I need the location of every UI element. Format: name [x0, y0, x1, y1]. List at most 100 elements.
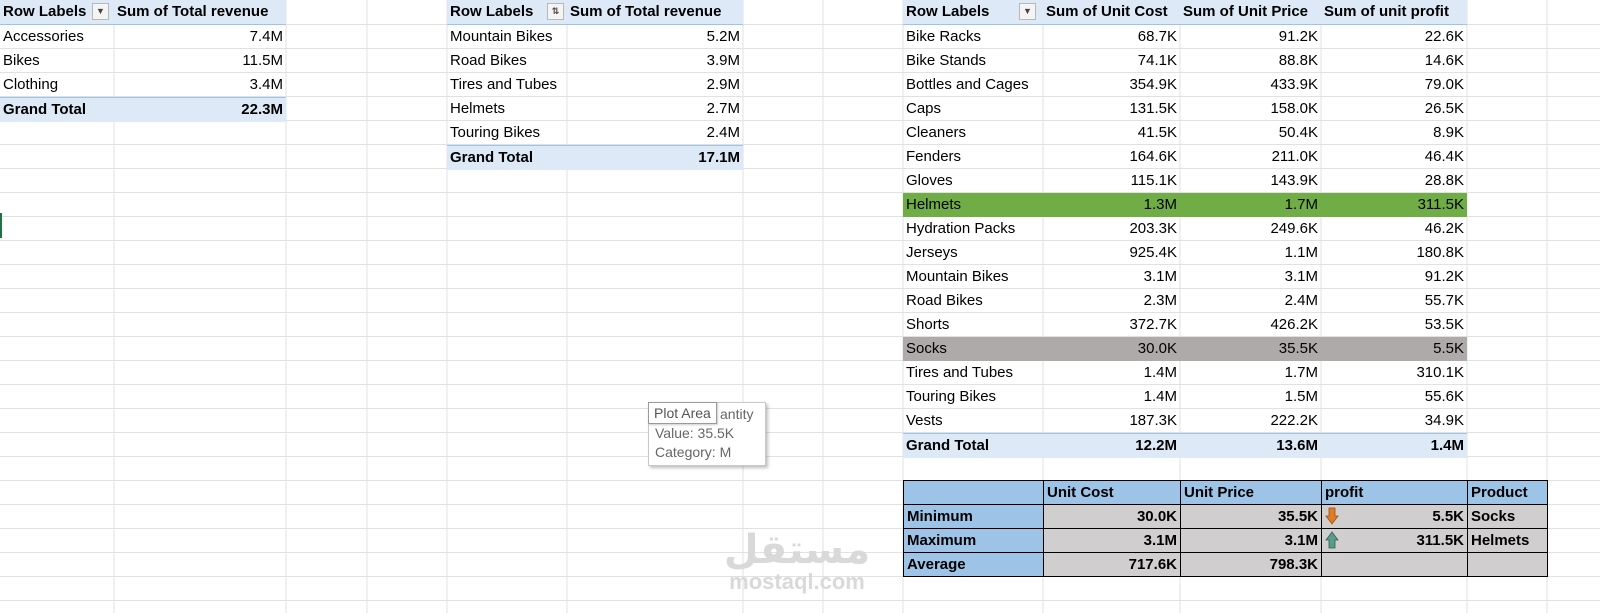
value-header[interactable]: Sum of Total revenue: [114, 0, 286, 25]
pivot-row[interactable]: Bike Stands 74.1K 88.8K 14.6K: [903, 49, 1467, 73]
pivot-row[interactable]: Clothing 3.4M: [0, 73, 286, 98]
stats-profit: 5.5K: [1432, 508, 1464, 525]
pivot-row[interactable]: Shorts 372.7K 426.2K 53.5K: [903, 313, 1467, 337]
unit-price-cell: 433.9K: [1270, 76, 1318, 93]
unit-profit-cell: 311.5K: [1321, 193, 1467, 217]
unit-price-cell: 50.4K: [1278, 124, 1318, 141]
row-label: Road Bikes: [906, 292, 983, 309]
pivot-row[interactable]: Bike Racks 68.7K 91.2K 22.6K: [903, 25, 1467, 50]
pivot-row[interactable]: Bottles and Cages 354.9K 433.9K 79.0K: [903, 73, 1467, 97]
pivot-row[interactable]: Fenders 164.6K 211.0K 46.4K: [903, 145, 1467, 169]
stats-profit-cell: 5.5K: [1321, 504, 1468, 529]
row-labels-header[interactable]: Row Labels ▼: [0, 0, 114, 25]
row-label: Touring Bikes: [450, 124, 541, 141]
pivot-row[interactable]: Caps 131.5K 158.0K 26.5K: [903, 97, 1467, 121]
stats-header-profit[interactable]: profit: [1321, 480, 1468, 505]
pivot-row[interactable]: Socks 30.0K 35.5K 5.5K: [903, 337, 1467, 361]
grand-total-cost: 12.2M: [1043, 433, 1180, 458]
unit-cost-cell: 372.7K: [1129, 316, 1177, 333]
pivot-row[interactable]: Helmets 2.7M: [447, 97, 743, 121]
row-label: Shorts: [906, 316, 950, 333]
price-header[interactable]: Sum of Unit Price: [1180, 0, 1321, 25]
pivot-row[interactable]: Tires and Tubes 1.4M 1.7M 310.1K: [903, 361, 1467, 385]
row-labels-header[interactable]: Row Labels ▼: [903, 0, 1043, 25]
cost-header[interactable]: Sum of Unit Cost: [1043, 0, 1180, 25]
tooltip-value: Value: 35.5K: [655, 425, 735, 441]
stats-price: 798.3K: [1180, 552, 1322, 577]
pivot-row[interactable]: Helmets 1.3M 1.7M 311.5K: [903, 193, 1467, 217]
unit-cost-cell: 74.1K: [1137, 52, 1177, 69]
unit-price-cell: 222.2K: [1270, 412, 1318, 429]
stats-profit-cell: [1321, 552, 1468, 577]
summary-stats-table[interactable]: Unit Cost Unit Price profit Product Mini…: [903, 480, 1548, 577]
unit-profit-cell: 5.5K: [1321, 337, 1467, 361]
unit-price-cell: 249.6K: [1270, 220, 1318, 237]
stats-row[interactable]: Average 717.6K 798.3K: [903, 552, 1548, 577]
stats-profit: 311.5K: [1416, 532, 1464, 549]
stats-row[interactable]: Minimum 30.0K 35.5K 5.5K Socks: [903, 504, 1548, 529]
pivot-table-top-subcategories[interactable]: Row Labels ⇅ Sum of Total revenue Mounta…: [447, 0, 743, 170]
stats-header-product[interactable]: Product: [1467, 480, 1548, 505]
pivot-row[interactable]: Road Bikes 3.9M: [447, 49, 743, 73]
pivot-row[interactable]: Cleaners 41.5K 50.4K 8.9K: [903, 121, 1467, 145]
stats-profit-cell: 311.5K: [1321, 528, 1468, 553]
unit-cost-cell: 2.3M: [1143, 292, 1177, 309]
pivot-row[interactable]: Mountain Bikes 5.2M: [447, 25, 743, 50]
unit-profit-cell: 8.9K: [1433, 124, 1464, 141]
row-label: Helmets: [450, 100, 506, 117]
pivot-row[interactable]: Vests 187.3K 222.2K 34.9K: [903, 409, 1467, 434]
value-header[interactable]: Sum of Total revenue: [567, 0, 743, 25]
stats-header-blank[interactable]: [903, 480, 1044, 505]
grand-total-row[interactable]: Grand Total 22.3M: [0, 97, 286, 122]
pivot-row[interactable]: Gloves 115.1K 143.9K 28.8K: [903, 169, 1467, 193]
pivot-row[interactable]: Tires and Tubes 2.9M: [447, 73, 743, 97]
stats-row[interactable]: Maximum 3.1M 3.1M 311.5K Helmets: [903, 528, 1548, 553]
pivot-row[interactable]: Jerseys 925.4K 1.1M 180.8K: [903, 241, 1467, 265]
grand-total-row[interactable]: Grand Total 12.2M 13.6M 1.4M: [903, 433, 1467, 458]
unit-profit-cell: 34.9K: [1424, 412, 1464, 429]
unit-profit-cell: 55.7K: [1424, 292, 1464, 309]
row-label: Tires and Tubes: [450, 76, 557, 93]
pivot-row[interactable]: Accessories 7.4M: [0, 25, 286, 50]
unit-cost-cell: 3.1M: [1143, 268, 1177, 285]
pivot-row[interactable]: Hydration Packs 203.3K 249.6K 46.2K: [903, 217, 1467, 241]
unit-price-cell: 211.0K: [1271, 148, 1318, 165]
grand-total-label: Grand Total: [447, 145, 567, 170]
profit-header[interactable]: Sum of unit profit: [1321, 0, 1467, 25]
unit-cost-cell: 925.4K: [1129, 244, 1177, 261]
unit-cost-cell: 164.6K: [1129, 148, 1177, 165]
pivot-row[interactable]: Mountain Bikes 3.1M 3.1M 91.2K: [903, 265, 1467, 289]
unit-price-cell: 1.7M: [1284, 364, 1318, 381]
pivot-row[interactable]: Touring Bikes 2.4M: [447, 121, 743, 146]
row-label: Touring Bikes: [906, 388, 997, 405]
row-label: Mountain Bikes: [906, 268, 1009, 285]
unit-cost-cell: 1.4M: [1143, 364, 1177, 381]
row-label: Gloves: [906, 172, 953, 189]
row-value: 7.4M: [249, 28, 283, 45]
unit-price-cell: 3.1M: [1284, 268, 1318, 285]
unit-price-cell: 88.8K: [1278, 52, 1318, 69]
stats-header-cost[interactable]: Unit Cost: [1043, 480, 1181, 505]
unit-price-cell: 35.5K: [1180, 337, 1321, 361]
pivot-table-revenue-by-category[interactable]: Row Labels ▼ Sum of Total revenue Access…: [0, 0, 286, 122]
pivot-row[interactable]: Road Bikes 2.3M 2.4M 55.7K: [903, 289, 1467, 313]
row-label: Jerseys: [906, 244, 958, 261]
row-label: Fenders: [906, 148, 962, 165]
stats-header-price[interactable]: Unit Price: [1180, 480, 1322, 505]
pivot-row[interactable]: Bikes 11.5M: [0, 49, 286, 73]
grand-total-row[interactable]: Grand Total 17.1M: [447, 145, 743, 170]
row-label: Bike Stands: [906, 52, 987, 69]
unit-price-cell: 1.1M: [1284, 244, 1318, 261]
filter-dropdown-icon[interactable]: ▼: [1019, 3, 1036, 20]
pivot-row[interactable]: Touring Bikes 1.4M 1.5M 55.6K: [903, 385, 1467, 409]
row-value: 11.5M: [242, 52, 283, 69]
pivot-table-unit-cost-price-profit[interactable]: Row Labels ▼ Sum of Unit Cost Sum of Uni…: [903, 0, 1467, 458]
stats-cost: 3.1M: [1043, 528, 1181, 553]
row-labels-header[interactable]: Row Labels ⇅: [447, 0, 567, 25]
stats-label: Minimum: [903, 504, 1044, 529]
stats-product: [1467, 552, 1548, 577]
sort-filter-icon[interactable]: ⇅: [547, 3, 564, 20]
filter-dropdown-icon[interactable]: ▼: [92, 3, 109, 20]
unit-profit-cell: 53.5K: [1424, 316, 1464, 333]
arrow-up-icon: [1325, 531, 1339, 549]
